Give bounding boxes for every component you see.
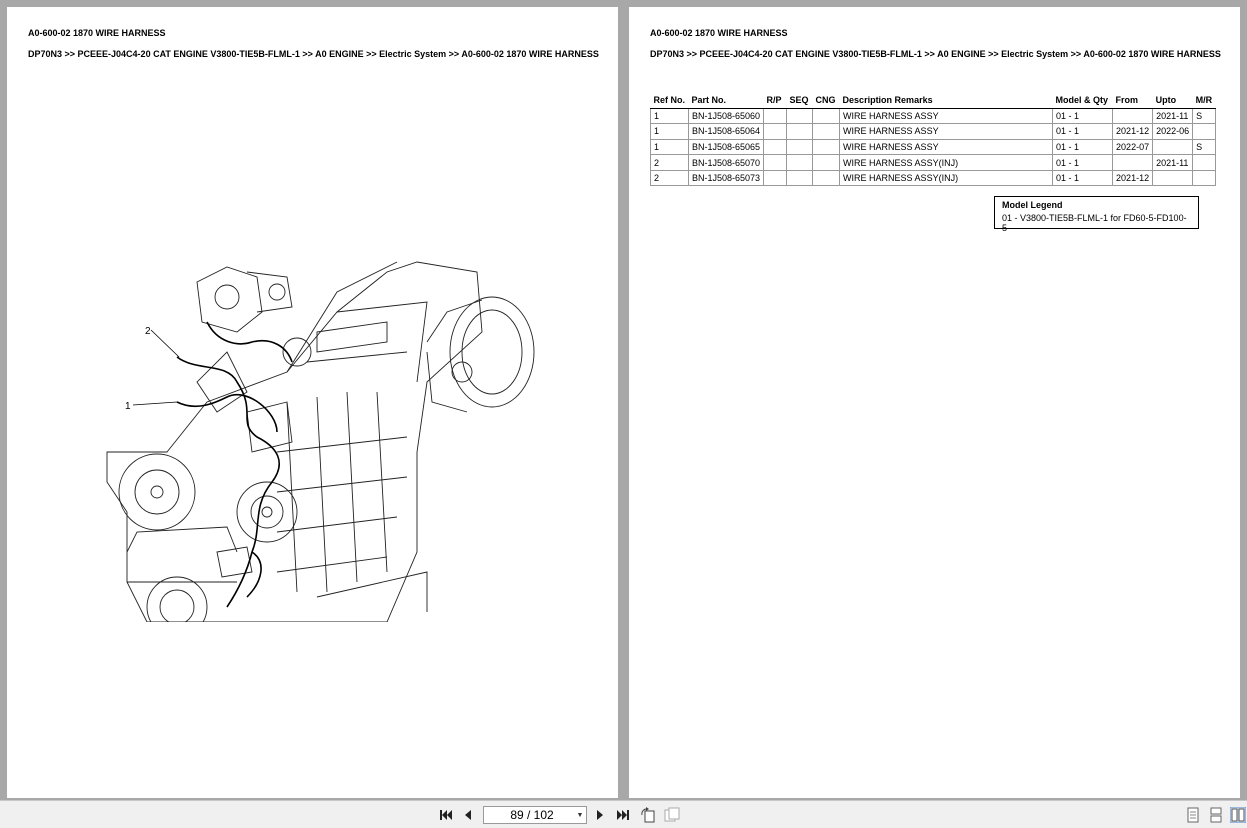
cell-description: WIRE HARNESS ASSY [839, 123, 1054, 140]
col-seq: SEQ [786, 93, 813, 109]
table-row: 1 BN-1J508-65065 WIRE HARNESS ASSY 01 - … [650, 138, 1216, 156]
cell-description: WIRE HARNESS ASSY(INJ) [839, 154, 1054, 171]
two-page-view-icon[interactable] [1230, 807, 1246, 823]
col-mr: M/R [1192, 93, 1216, 109]
cell-cng [812, 123, 841, 140]
legend-title: Model Legend [1002, 200, 1063, 210]
cell-model-qty: 01 - 1 [1052, 138, 1114, 156]
cell-rp [763, 107, 788, 125]
cell-ref: 1 [650, 138, 689, 156]
cell-mr [1192, 169, 1216, 187]
cell-rp [763, 169, 788, 187]
cell-part-no: BN-1J508-65070 [687, 154, 765, 171]
cell-ref: 2 [650, 169, 689, 187]
table-row: 1 BN-1J508-65060 WIRE HARNESS ASSY 01 - … [650, 107, 1216, 125]
cell-rp [763, 138, 788, 156]
continuous-view-icon[interactable] [1209, 807, 1223, 823]
cell-from [1112, 154, 1154, 171]
table-row: 2 BN-1J508-65073 WIRE HARNESS ASSY(INJ) … [650, 169, 1216, 187]
cell-seq [786, 154, 814, 171]
cell-upto [1152, 138, 1194, 156]
cell-ref: 2 [650, 154, 689, 171]
fit-icon[interactable] [663, 806, 681, 824]
right-page: A0-600-02 1870 WIRE HARNESS DP70N3 >> PC… [629, 7, 1240, 798]
cell-model-qty: 01 - 1 [1052, 123, 1114, 140]
cell-part-no: BN-1J508-65073 [687, 169, 765, 187]
rotate-icon[interactable] [639, 806, 657, 824]
model-legend: Model Legend 01 - V3800-TIE5B-FLML-1 for… [994, 196, 1199, 233]
table-row: 1 BN-1J508-65064 WIRE HARNESS ASSY 01 - … [650, 123, 1216, 140]
cell-model-qty: 01 - 1 [1052, 169, 1114, 187]
first-page-icon[interactable] [438, 806, 454, 824]
breadcrumb: DP70N3 >> PCEEE-J04C4-20 CAT ENGINE V380… [28, 49, 599, 59]
table-row: 2 BN-1J508-65070 WIRE HARNESS ASSY(INJ) … [650, 154, 1216, 171]
col-from: From [1112, 93, 1153, 109]
cell-upto: 2021-11 [1152, 107, 1194, 125]
cell-model-qty: 01 - 1 [1052, 154, 1114, 171]
cell-description: WIRE HARNESS ASSY [839, 138, 1054, 156]
page-number-select[interactable]: 89 / 102 ▼ [483, 806, 587, 824]
cell-mr [1192, 154, 1216, 171]
dropdown-arrow-icon: ▼ [576, 811, 584, 819]
cell-upto: 2022-06 [1152, 123, 1194, 140]
last-page-icon[interactable] [615, 806, 631, 824]
col-part-no: Part No. [688, 93, 764, 109]
col-description: Description Remarks [839, 93, 1053, 109]
cell-seq [786, 138, 814, 156]
cell-ref: 1 [650, 107, 689, 125]
callout-2: 2 [145, 326, 151, 337]
left-page: A0-600-02 1870 WIRE HARNESS DP70N3 >> PC… [7, 7, 618, 798]
cell-from [1112, 107, 1154, 125]
page-title: A0-600-02 1870 WIRE HARNESS [650, 28, 788, 38]
cell-ref: 1 [650, 123, 689, 140]
col-upto: Upto [1152, 93, 1193, 109]
page-indicator: 89 / 102 [510, 808, 554, 822]
breadcrumb: DP70N3 >> PCEEE-J04C4-20 CAT ENGINE V380… [650, 49, 1221, 59]
cell-mr [1192, 123, 1216, 140]
viewer-toolbar: 89 / 102 ▼ [0, 800, 1247, 828]
col-ref-no: Ref No. [650, 93, 689, 109]
cell-rp [763, 123, 788, 140]
cell-from: 2021-12 [1112, 123, 1154, 140]
legend-entry: 01 - V3800-TIE5B-FLML-1 for FD60-5-FD100… [1002, 213, 1187, 233]
cell-from: 2022-07 [1112, 138, 1154, 156]
next-page-icon[interactable] [593, 806, 607, 824]
page-title: A0-600-02 1870 WIRE HARNESS [28, 28, 166, 38]
cell-seq [786, 123, 814, 140]
parts-table: Ref No. Part No. R/P SEQ CNG Description… [650, 93, 1216, 187]
cell-from: 2021-12 [1112, 169, 1154, 187]
cell-cng [812, 154, 841, 171]
cell-upto: 2021-11 [1152, 154, 1194, 171]
cell-part-no: BN-1J508-65064 [687, 123, 765, 140]
cell-part-no: BN-1J508-65065 [687, 138, 765, 156]
cell-cng [812, 169, 841, 187]
engine-wire-harness-diagram: 2 1 [106, 261, 535, 622]
callout-1: 1 [125, 401, 131, 412]
cell-upto [1152, 169, 1194, 187]
cell-model-qty: 01 - 1 [1052, 107, 1114, 125]
single-page-view-icon[interactable] [1186, 807, 1200, 823]
cell-seq [786, 107, 814, 125]
col-rp: R/P [763, 93, 787, 109]
cell-description: WIRE HARNESS ASSY [839, 107, 1054, 125]
cell-cng [812, 138, 841, 156]
cell-mr: S [1192, 138, 1216, 156]
table-header-row: Ref No. Part No. R/P SEQ CNG Description… [650, 93, 1216, 109]
col-cng: CNG [812, 93, 840, 109]
cell-part-no: BN-1J508-65060 [687, 107, 765, 125]
cell-description: WIRE HARNESS ASSY(INJ) [839, 169, 1054, 187]
cell-seq [786, 169, 814, 187]
cell-cng [812, 107, 841, 125]
cell-rp [763, 154, 788, 171]
col-model-qty: Model & Qty [1052, 93, 1113, 109]
cell-mr: S [1192, 107, 1216, 125]
prev-page-icon[interactable] [461, 806, 475, 824]
